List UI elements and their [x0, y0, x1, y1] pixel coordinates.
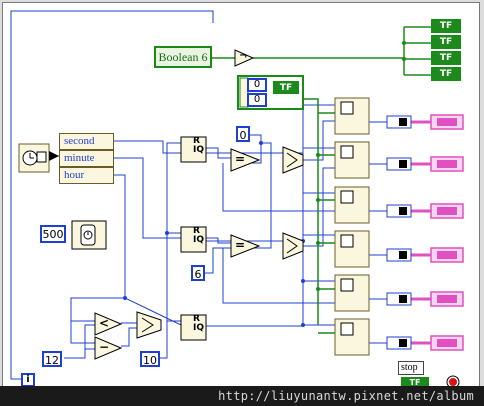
equal-symbol-text: =	[235, 152, 246, 166]
cluster-field-second[interactable]: second	[59, 133, 114, 150]
cluster-field-label: minute	[64, 152, 95, 164]
less-symbol: <	[99, 317, 109, 329]
tf-label: TF	[439, 37, 453, 47]
six-value: 6	[194, 268, 202, 281]
type-cast-node-2[interactable]	[386, 157, 412, 171]
quotient-label-3: R IQ	[183, 315, 205, 333]
twelve-value: 12	[45, 354, 59, 367]
not-symbol-text: ¬	[239, 51, 248, 62]
cluster-field-label: hour	[64, 169, 85, 181]
bundle-node-3[interactable]	[334, 186, 370, 224]
tf-indicator-4[interactable]: TF	[431, 67, 461, 81]
wait-ms-node[interactable]	[71, 220, 107, 250]
equal-symbol-text: =	[235, 238, 246, 252]
array-index-1[interactable]: 0	[247, 93, 267, 107]
array-element-tf[interactable]: TF	[273, 81, 299, 94]
type-cast-node-6[interactable]	[386, 336, 412, 350]
quotient-label-1: R IQ	[183, 137, 205, 155]
quotient-iq-text: IQ	[193, 145, 204, 155]
ten-value: 10	[143, 354, 157, 367]
footer-url: http://liuyunantw.pixnet.net/album	[218, 389, 474, 403]
loop-iteration-terminal[interactable]: i	[21, 373, 35, 387]
stop-label: stop	[398, 361, 424, 375]
twelve-constant[interactable]: 12	[42, 351, 62, 367]
cluster-indicator-5[interactable]	[430, 291, 464, 307]
not-symbol: ¬	[239, 52, 247, 62]
bundle-node-4[interactable]	[334, 230, 370, 268]
unbundle-arrow-icon	[49, 151, 59, 161]
cluster-field-label: second	[64, 135, 95, 147]
minus-symbol: −	[99, 341, 109, 353]
boolean-wires	[210, 26, 431, 334]
wait-ms-value: 500	[42, 228, 64, 241]
tf-label: TF	[439, 53, 453, 63]
type-cast-node-1[interactable]	[386, 115, 412, 129]
cluster-indicator-6[interactable]	[430, 335, 464, 351]
zero-constant[interactable]: 0	[236, 126, 250, 142]
tf-indicator-2[interactable]: TF	[431, 35, 461, 49]
boolean-6-label: Boolean 6	[158, 50, 208, 64]
array-index-0[interactable]: 0	[247, 78, 267, 92]
cluster-indicator-1[interactable]	[430, 114, 464, 130]
quotient-label-2: R IQ	[183, 227, 205, 245]
cluster-wires	[411, 120, 431, 345]
bundle-node-2[interactable]	[334, 141, 370, 179]
array-index-value: 0	[253, 94, 261, 105]
tf-indicator-3[interactable]: TF	[431, 51, 461, 65]
bundle-node-5[interactable]	[334, 274, 370, 312]
block-diagram-frame: Boolean 6 TF TF TF TF 0 0 TF second minu…	[2, 2, 480, 389]
equal-symbol-1: =	[235, 153, 245, 165]
cluster-indicator-3[interactable]	[430, 203, 464, 219]
boolean-6-constant[interactable]: Boolean 6	[154, 46, 212, 68]
select-node-3[interactable]	[136, 311, 162, 339]
minus-symbol-text: −	[99, 340, 110, 354]
select-node-2[interactable]	[282, 232, 304, 260]
select-node-1[interactable]	[282, 146, 304, 174]
tf-label: TF	[439, 69, 453, 79]
ten-constant[interactable]: 10	[140, 351, 160, 367]
type-cast-node-5[interactable]	[386, 292, 412, 306]
cluster-indicator-2[interactable]	[430, 156, 464, 172]
info-text: i	[26, 374, 30, 385]
cluster-field-hour[interactable]: hour	[59, 167, 114, 184]
six-constant[interactable]: 6	[191, 265, 205, 281]
get-date-time-node[interactable]	[18, 143, 50, 173]
tf-indicator-1[interactable]: TF	[431, 19, 461, 33]
cluster-indicator-4[interactable]	[430, 247, 464, 263]
tf-label: TF	[439, 21, 453, 31]
bundle-node-1[interactable]	[334, 97, 370, 135]
type-cast-node-4[interactable]	[386, 248, 412, 262]
quotient-iq-text: IQ	[193, 323, 204, 333]
cluster-field-minute[interactable]: minute	[59, 150, 114, 167]
wait-ms-constant[interactable]: 500	[40, 225, 66, 243]
array-index-value: 0	[253, 79, 261, 90]
stop-label-text: stop	[401, 362, 418, 373]
tf-label: TF	[279, 83, 293, 93]
equal-symbol-2: =	[235, 239, 245, 251]
zero-value: 0	[239, 129, 247, 142]
type-cast-node-3[interactable]	[386, 204, 412, 218]
less-symbol-text: <	[99, 316, 110, 330]
footer-bar: http://liuyunantw.pixnet.net/album	[0, 386, 484, 406]
quotient-iq-text: IQ	[193, 235, 204, 245]
bundle-node-6[interactable]	[334, 318, 370, 356]
